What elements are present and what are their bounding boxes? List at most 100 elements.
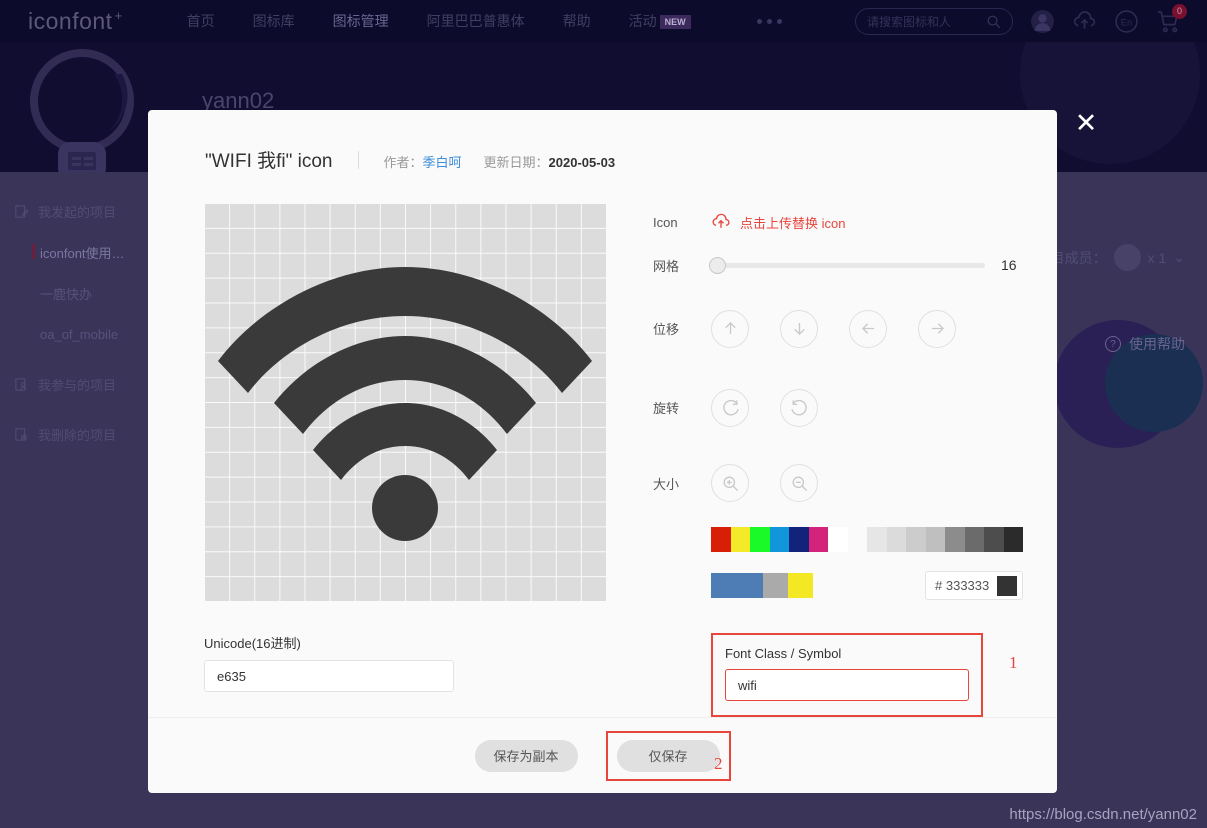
brand-text: iconfont xyxy=(28,7,113,34)
grid-row-label: 网格 xyxy=(653,258,680,274)
nav-links: 首页 图标库 图标管理 阿里巴巴普惠体 帮助 活动 NEW xyxy=(187,11,782,31)
unicode-input[interactable] xyxy=(204,660,454,692)
swatch-red[interactable] xyxy=(711,527,731,552)
swatch-gray-6[interactable] xyxy=(964,527,984,552)
swatch-gray-5[interactable] xyxy=(945,527,965,552)
save-as-copy-button[interactable]: 保存为副本 xyxy=(474,739,578,772)
language-en-icon[interactable]: En xyxy=(1114,9,1139,34)
icon-row-label: Icon xyxy=(653,214,678,230)
new-badge: NEW xyxy=(659,15,691,29)
project-members[interactable]: 项目成员： x 1 ⌄ xyxy=(1037,244,1185,271)
watermark: https://blog.csdn.net/yann02 xyxy=(1009,806,1197,823)
swatch-gray-3[interactable] xyxy=(906,527,926,552)
swatch-gray-1[interactable] xyxy=(867,527,887,552)
avatar-icon[interactable] xyxy=(1030,9,1055,34)
astronaut-avatar xyxy=(30,49,134,172)
modal-title: "WIFI 我fi" icon xyxy=(205,151,333,172)
move-row-label: 位移 xyxy=(653,322,680,337)
upload-cloud-icon[interactable] xyxy=(1072,9,1097,34)
arrow-right-icon[interactable] xyxy=(918,309,956,348)
nav-item-help[interactable]: 帮助 xyxy=(563,11,591,31)
date-meta: 更新日期：2020-05-03 xyxy=(484,152,616,171)
swatch-gray-7[interactable] xyxy=(984,527,1004,552)
swatch-yellow[interactable] xyxy=(730,527,750,552)
author-name-link[interactable]: 季白呵 xyxy=(423,155,462,170)
arrow-left-icon[interactable] xyxy=(849,309,887,348)
sidebar-group-joined[interactable]: 我参与的项目 xyxy=(0,373,148,395)
sidebar: 我发起的项目 iconfont使用… 一鹿快办 oa_of_mobile 我参与… xyxy=(0,172,148,828)
project-members-count: x 1 xyxy=(1147,249,1167,266)
swatch-green[interactable] xyxy=(750,527,770,552)
swatch-steel-blue[interactable] xyxy=(711,573,763,598)
search-box[interactable]: 请搜索图标和人 xyxy=(855,7,1013,35)
annotation-number-2: 2 xyxy=(714,754,723,773)
slider-knob[interactable] xyxy=(709,256,726,274)
search-input[interactable]: 请搜索图标和人 xyxy=(867,13,986,30)
nav-item-icon-management[interactable]: 图标管理 xyxy=(333,11,389,31)
chevron-down-icon[interactable]: ⌄ xyxy=(1173,249,1185,266)
modal-body: Unicode(16进制) Icon 点击上传替换 icon 网格 16 xyxy=(148,173,1057,717)
close-icon[interactable]: ✕ xyxy=(1071,108,1101,138)
upload-replace-label: 点击上传替换 icon xyxy=(740,215,846,231)
iconfont-logo[interactable]: iconfont + xyxy=(28,8,123,35)
svg-text:En: En xyxy=(1121,17,1132,27)
sidebar-item-iconfont-usage[interactable]: iconfont使用… xyxy=(0,241,148,263)
zoom-in-icon[interactable] xyxy=(711,464,749,502)
color-palette: # 333333 xyxy=(711,527,1023,600)
sidebar-group-label: 我参与的项目 xyxy=(38,377,117,393)
swatch-magenta[interactable] xyxy=(808,527,828,552)
grid-slider[interactable]: 16 xyxy=(709,256,1023,274)
cart-icon[interactable]: 0 xyxy=(1156,3,1187,34)
rotate-row-label: 旋转 xyxy=(653,401,680,416)
header-divider xyxy=(357,150,359,169)
hex-color-value[interactable]: # 333333 xyxy=(935,578,992,593)
modal-footer: 保存为副本 仅保存 2 xyxy=(148,717,1057,793)
arrow-down-icon[interactable] xyxy=(780,309,818,348)
swatch-lemon[interactable] xyxy=(788,573,813,598)
current-color-swatch[interactable] xyxy=(997,575,1017,596)
use-help-label: 使用帮助 xyxy=(1129,336,1185,352)
top-navigation-bar: iconfont + 首页 图标库 图标管理 阿里巴巴普惠体 帮助 活动 NEW 请… xyxy=(0,0,1207,42)
swatch-gray-2[interactable] xyxy=(886,527,906,552)
swatch-gray-4[interactable] xyxy=(925,527,945,552)
slider-track[interactable] xyxy=(709,256,985,274)
swatch-gray-8[interactable] xyxy=(1003,527,1023,552)
nav-more-icon[interactable] xyxy=(756,18,782,24)
nav-item-icon-library[interactable]: 图标库 xyxy=(253,11,295,31)
arrow-up-icon[interactable] xyxy=(711,309,749,348)
delete-doc-icon xyxy=(15,427,27,441)
move-row: 位移 xyxy=(653,289,1023,368)
unicode-label: Unicode(16进制) xyxy=(204,636,301,651)
swatch-blue[interactable] xyxy=(769,527,789,552)
wifi-icon xyxy=(218,267,592,541)
zoom-out-icon[interactable] xyxy=(780,464,818,502)
nav-item-activity[interactable]: 活动 NEW xyxy=(629,11,691,31)
cart-count-badge: 0 xyxy=(1172,3,1187,19)
font-class-input[interactable] xyxy=(725,669,969,701)
upload-cloud-icon xyxy=(712,213,730,228)
sidebar-group-deleted[interactable]: 我删除的项目 xyxy=(0,423,148,445)
swatch-navy[interactable] xyxy=(789,527,809,552)
icon-upload-row: Icon 点击上传替换 icon xyxy=(653,203,1023,241)
nav-item-home[interactable]: 首页 xyxy=(187,11,215,31)
save-only-button[interactable]: 仅保存 xyxy=(616,739,720,772)
rotate-ccw-icon[interactable] xyxy=(780,388,818,427)
sidebar-item-yilu-kuaiban[interactable]: 一鹿快办 xyxy=(0,282,148,304)
swatch-white[interactable] xyxy=(828,527,848,552)
rotate-cw-icon[interactable] xyxy=(711,388,749,427)
swatch-mid-gray[interactable] xyxy=(763,573,788,598)
author-meta: 作者：季白呵 xyxy=(384,152,462,171)
date-value: 2020-05-03 xyxy=(548,155,616,170)
sidebar-group-created[interactable]: 我发起的项目 xyxy=(0,200,148,222)
upload-replace-icon-button[interactable]: 点击上传替换 icon xyxy=(711,212,845,232)
icon-preview-canvas[interactable] xyxy=(204,203,606,601)
sidebar-item-oa-of-mobile[interactable]: oa_of_mobile xyxy=(0,323,148,345)
modal-header: "WIFI 我fi" icon 作者：季白呵 更新日期：2020-05-03 xyxy=(148,110,1057,173)
rotate-row: 旋转 xyxy=(653,368,1023,447)
hex-color-input-box[interactable]: # 333333 xyxy=(925,571,1023,600)
nav-item-alibaba-font[interactable]: 阿里巴巴普惠体 xyxy=(427,11,525,31)
question-circle-icon: ? xyxy=(1105,336,1121,352)
use-help-link[interactable]: ? 使用帮助 xyxy=(1105,334,1185,354)
palette-row-2: # 333333 xyxy=(711,571,1023,600)
member-avatar xyxy=(1113,244,1141,271)
